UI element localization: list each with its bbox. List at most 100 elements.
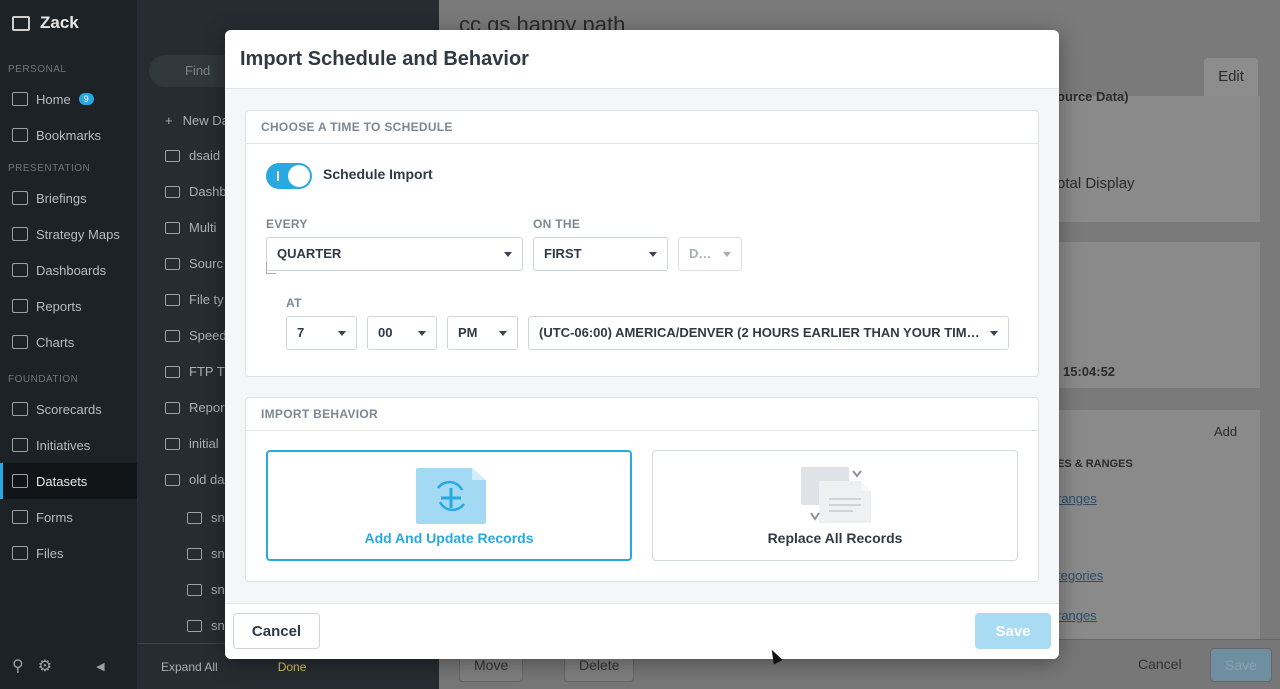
modal-footer: Cancel Save — [225, 603, 1059, 659]
sidebar-header[interactable]: Zack — [0, 0, 137, 46]
day-select[interactable]: DAY — [678, 237, 742, 271]
tree-row-label: sn — [211, 618, 225, 633]
home-badge: 9 — [78, 93, 94, 105]
sidebar-item-bookmarks[interactable]: Bookmarks — [0, 117, 137, 153]
replace-all-records-option[interactable]: Replace All Records — [652, 450, 1018, 561]
tree-row[interactable]: File ty — [165, 292, 224, 307]
folder-icon — [165, 185, 180, 198]
user-icon — [12, 92, 28, 106]
add-and-update-records-option[interactable]: Add And Update Records — [266, 450, 632, 561]
sidebar-item-datasets[interactable]: Datasets — [0, 463, 137, 499]
tree-new-dataset[interactable]: + New Da — [165, 113, 229, 128]
chevron-down-icon — [418, 331, 426, 336]
tree-row-label: New Da — [182, 113, 229, 128]
sidebar-item-strategy-maps[interactable]: Strategy Maps — [0, 216, 137, 252]
tree-row[interactable]: Sourc — [165, 256, 223, 271]
chevron-down-icon — [649, 252, 657, 257]
tree-row[interactable]: initial — [165, 436, 219, 451]
map-icon — [12, 227, 28, 241]
day-select-value: DAY — [689, 246, 716, 261]
ampm-select[interactable]: PM — [447, 316, 518, 350]
sidebar-item-scorecards[interactable]: Scorecards — [0, 391, 137, 427]
tree-row-label: FTP T — [189, 364, 225, 379]
user-name: Zack — [40, 13, 79, 32]
schedule-import-toggle[interactable] — [266, 163, 312, 189]
dashboard-icon — [12, 263, 28, 277]
save-button[interactable]: Save — [1210, 648, 1272, 682]
folder-icon — [165, 221, 180, 234]
schedule-panel: CHOOSE A TIME TO SCHEDULE Schedule Impor… — [245, 110, 1039, 377]
ranges-link[interactable]: ranges — [1057, 491, 1097, 506]
checkbox-icon — [12, 438, 28, 452]
tree-row-label: initial — [189, 436, 219, 451]
search-icon[interactable]: ⚲ — [12, 656, 24, 676]
sidebar: Zack PERSONAL Home 9 Bookmarks PRESENTAT… — [0, 0, 137, 689]
categories-link[interactable]: tegories — [1057, 568, 1103, 583]
sidebar-item-files[interactable]: Files — [0, 535, 137, 571]
timezone-select-value: (UTC-06:00) AMERICA/DENVER (2 HOURS EARL… — [539, 325, 1008, 340]
tree-row[interactable]: old da — [165, 472, 224, 487]
add-button[interactable]: Add — [1214, 424, 1237, 439]
modal-header: Import Schedule and Behavior — [225, 30, 1059, 89]
form-icon — [12, 510, 28, 524]
expand-all-button[interactable]: Expand All — [161, 660, 218, 674]
time-text: 15:04:52 — [1063, 364, 1116, 379]
save-button[interactable]: Save — [975, 613, 1051, 649]
sidebar-item-label: Bookmarks — [36, 127, 102, 143]
timezone-select[interactable]: (UTC-06:00) AMERICA/DENVER (2 HOURS EARL… — [528, 316, 1009, 350]
at-label: AT — [286, 296, 302, 310]
sidebar-section-presentation: PRESENTATION — [8, 163, 91, 174]
tree-row[interactable]: sn — [187, 546, 225, 561]
sidebar-item-label: Datasets — [36, 473, 88, 489]
sidebar-item-label: Reports — [36, 298, 82, 314]
sidebar-item-home[interactable]: Home 9 — [0, 81, 137, 117]
folder-icon — [165, 365, 180, 378]
tree-row[interactable]: Repor — [165, 400, 224, 415]
minute-select[interactable]: 00 — [367, 316, 437, 350]
cancel-button[interactable]: Cancel — [1124, 648, 1196, 682]
total-display-label: otal Display — [1057, 175, 1135, 192]
sidebar-item-dashboards[interactable]: Dashboards — [0, 252, 137, 288]
behavior-section-title: IMPORT BEHAVIOR — [246, 398, 1038, 431]
tree-row[interactable]: FTP T — [165, 364, 225, 379]
cube-icon — [165, 149, 180, 162]
chevron-down-icon — [723, 252, 731, 257]
cube-icon — [187, 619, 202, 632]
toggle-on-indicator — [277, 171, 279, 181]
sidebar-item-reports[interactable]: Reports — [0, 288, 137, 324]
add-and-update-records-label: Add And Update Records — [364, 530, 534, 546]
tree-row[interactable]: Dashb — [165, 184, 227, 199]
star-icon — [12, 128, 28, 142]
hour-select[interactable]: 7 — [286, 316, 357, 350]
tree-row-label: sn — [211, 510, 225, 525]
tree-row[interactable]: dsaid — [165, 148, 220, 163]
tree-row[interactable]: Multi — [165, 220, 216, 235]
sidebar-item-forms[interactable]: Forms — [0, 499, 137, 535]
chevron-down-icon — [990, 331, 998, 336]
cancel-button[interactable]: Cancel — [233, 613, 320, 649]
sidebar-item-charts[interactable]: Charts — [0, 324, 137, 360]
cube-icon — [187, 511, 202, 524]
sidebar-item-label: Strategy Maps — [36, 226, 120, 242]
tree-row-label: old da — [189, 472, 225, 487]
every-select[interactable]: QUARTER — [266, 237, 523, 271]
add-update-records-icon — [416, 468, 486, 524]
tab-edit[interactable]: Edit — [1204, 58, 1258, 96]
tree-row[interactable]: Speed — [165, 328, 227, 343]
tree-row[interactable]: sn — [187, 510, 225, 525]
on-the-select[interactable]: FIRST — [533, 237, 668, 271]
indent-arrow-icon — [266, 262, 276, 274]
tree-row[interactable]: sn — [187, 582, 225, 597]
done-button[interactable]: Done — [278, 660, 307, 674]
replace-all-records-label: Replace All Records — [767, 530, 903, 546]
sidebar-item-briefings[interactable]: Briefings — [0, 180, 137, 216]
on-the-label: ON THE — [533, 217, 581, 231]
collapse-icon[interactable]: ◀ — [96, 660, 104, 673]
sidebar-item-initiatives[interactable]: Initiatives — [0, 427, 137, 463]
gear-icon[interactable]: ⚙ — [38, 656, 52, 676]
ranges-link[interactable]: ranges — [1057, 608, 1097, 623]
sidebar-item-label: Scorecards — [36, 401, 102, 417]
folder-icon — [165, 257, 180, 270]
tree-row[interactable]: sn — [187, 618, 225, 633]
tree-row-label: sn — [211, 546, 225, 561]
